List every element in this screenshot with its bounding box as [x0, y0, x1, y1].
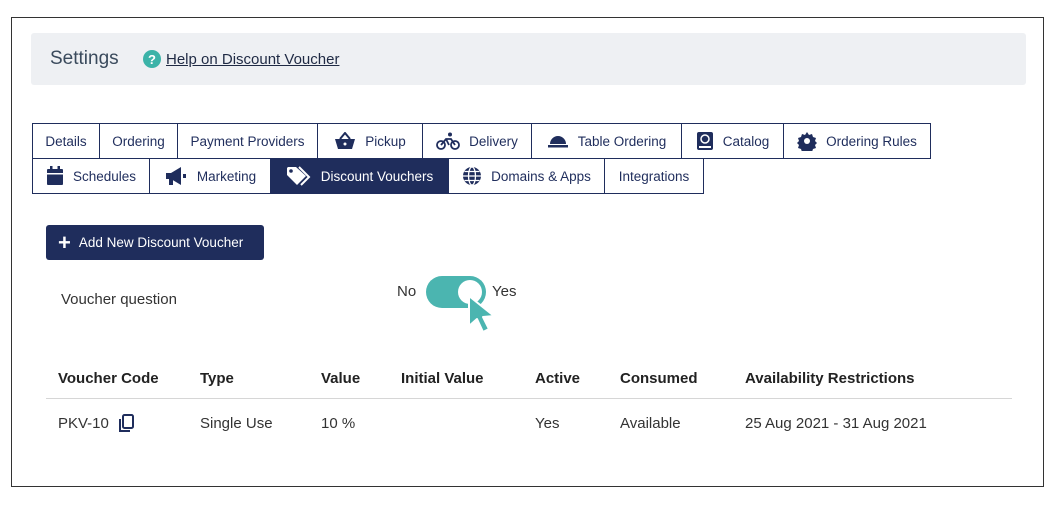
- col-type: Type: [200, 369, 234, 387]
- tab-marketing[interactable]: Marketing: [149, 158, 271, 194]
- table-header: Voucher Code Type Value Initial Value Ac…: [46, 358, 1012, 399]
- col-initial-value: Initial Value: [401, 369, 484, 387]
- tab-table-ordering[interactable]: Table Ordering: [531, 123, 682, 159]
- tab-payment-providers[interactable]: Payment Providers: [177, 123, 318, 159]
- consumed-cell: Available: [620, 414, 681, 432]
- col-availability-restrictions: Availability Restrictions: [745, 369, 915, 387]
- pointer-cursor-icon: [468, 295, 495, 333]
- tab-delivery[interactable]: Delivery: [422, 123, 532, 159]
- vouchers-table: Voucher Code Type Value Initial Value Ac…: [46, 358, 1012, 447]
- globe-icon: [463, 166, 482, 186]
- tab-ordering[interactable]: Ordering: [99, 123, 178, 159]
- col-active: Active: [535, 369, 581, 387]
- tags-icon: [286, 166, 311, 186]
- tab-integrations[interactable]: Integrations: [604, 158, 704, 194]
- megaphone-icon: [165, 167, 186, 185]
- voucher-code-cell: PKV-10: [46, 413, 200, 433]
- tab-discount-vouchers[interactable]: Discount Vouchers: [270, 158, 449, 194]
- add-new-discount-voucher-button[interactable]: + Add New Discount Voucher: [46, 225, 264, 260]
- book-icon: [696, 132, 713, 150]
- table-row[interactable]: PKV-10 Single Use 10 % Yes Available 25 …: [46, 399, 1012, 447]
- settings-tabs: Details Ordering Payment Providers Picku…: [32, 123, 932, 194]
- bicycle-icon: [436, 132, 461, 150]
- tab-row-1: Details Ordering Payment Providers Picku…: [32, 123, 932, 159]
- col-voucher-code: Voucher Code: [58, 369, 159, 387]
- toggle-off-label: No: [397, 283, 417, 300]
- value-cell: 10 %: [321, 414, 356, 432]
- help-link-group[interactable]: ? Help on Discount Voucher: [143, 50, 339, 68]
- settings-panel: Settings ? Help on Discount Voucher Deta…: [11, 17, 1044, 487]
- basket-icon: [335, 132, 356, 149]
- voucher-code: PKV-10: [58, 414, 109, 432]
- tab-domains-apps[interactable]: Domains & Apps: [448, 158, 605, 194]
- type-cell: Single Use: [200, 414, 273, 432]
- tab-catalog[interactable]: Catalog: [681, 123, 784, 159]
- gear-icon: [797, 132, 818, 151]
- help-icon[interactable]: ?: [143, 50, 161, 68]
- help-link[interactable]: Help on Discount Voucher: [166, 51, 339, 68]
- add-button-label: Add New Discount Voucher: [78, 235, 244, 250]
- tab-pickup[interactable]: Pickup: [317, 123, 423, 159]
- availability-cell: 25 Aug 2021 - 31 Aug 2021: [745, 414, 927, 432]
- plus-icon: +: [58, 229, 71, 255]
- active-cell: Yes: [535, 414, 560, 432]
- col-consumed: Consumed: [620, 369, 698, 387]
- col-value: Value: [321, 369, 361, 387]
- calendar-icon: [46, 166, 63, 185]
- copy-icon[interactable]: [118, 413, 135, 433]
- page-title: Settings: [50, 48, 119, 69]
- settings-header: Settings ? Help on Discount Voucher: [31, 33, 1026, 85]
- cloche-icon: [547, 136, 568, 148]
- tab-schedules[interactable]: Schedules: [32, 158, 150, 194]
- tab-details[interactable]: Details: [32, 123, 100, 159]
- tab-ordering-rules[interactable]: Ordering Rules: [783, 123, 931, 159]
- voucher-question-label: Voucher question: [61, 291, 177, 308]
- tab-row-2: Schedules Marketing Discount Vouchers Do…: [32, 158, 932, 194]
